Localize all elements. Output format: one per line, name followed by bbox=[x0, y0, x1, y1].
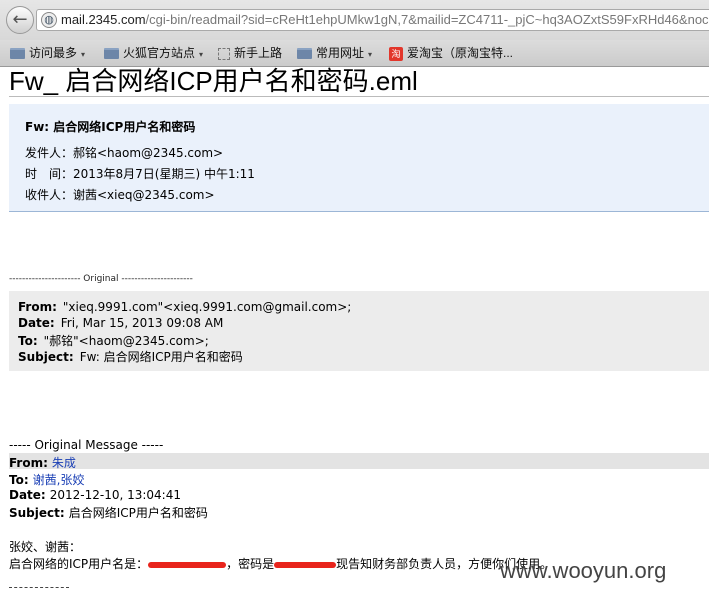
bookmark-firefox-site[interactable]: 火狐官方站点 ▾ bbox=[104, 44, 203, 62]
username-redaction bbox=[148, 561, 227, 568]
taobao-icon: 淘 bbox=[389, 46, 403, 61]
footer-separator bbox=[9, 587, 69, 589]
original-from: From: 朱成 bbox=[9, 456, 76, 470]
page-title: Fw_ 启合网络ICP用户名和密码.eml bbox=[9, 66, 418, 96]
body-greeting: 张姣、谢茜： bbox=[9, 540, 82, 554]
address-field[interactable]: ◍ mail.2345.com/cgi-bin/readmail?sid=cRe… bbox=[36, 9, 709, 31]
forward-separator: ---------------------- Original --------… bbox=[9, 274, 193, 284]
folder-icon bbox=[104, 48, 119, 60]
chevron-down-icon: ▾ bbox=[199, 50, 204, 59]
bookmark-getting-started[interactable]: 新手上路 bbox=[218, 44, 282, 62]
forwarded-from: From: "xieq.9991.com"<xieq.9991.com@gmail… bbox=[18, 300, 352, 314]
mail-subject: Fw: 启合网络ICP用户名和密码 bbox=[25, 120, 196, 134]
forwarded-subject: Subject: Fw: 启合网络ICP用户名和密码 bbox=[18, 350, 243, 364]
mail-sender: 发件人：郝铭<haom@2345.com> bbox=[25, 146, 224, 160]
mail-time: 时 间：2013年8月7日(星期三) 中午1:11 bbox=[25, 167, 255, 181]
mail-document: Fw_ 启合网络ICP用户名和密码.eml Fw: 启合网络ICP用户名和密码 … bbox=[0, 66, 709, 601]
original-to: To: 谢茜,张姣 bbox=[9, 473, 85, 487]
recipient-link[interactable]: 谢茜,张姣 bbox=[33, 473, 85, 487]
back-arrow-icon: ← bbox=[12, 9, 28, 30]
chevron-down-icon: ▾ bbox=[81, 50, 86, 59]
password-redaction bbox=[274, 561, 337, 568]
forwarded-header-box: From: "xieq.9991.com"<xieq.9991.com@gmail… bbox=[9, 291, 709, 371]
bookmark-aitaobao[interactable]: 淘爱淘宝（原淘宝特... bbox=[389, 44, 513, 62]
mail-recipient: 收件人：谢茜<xieq@2345.com> bbox=[25, 188, 215, 202]
chevron-down-icon: ▾ bbox=[368, 50, 373, 59]
title-divider bbox=[9, 96, 709, 97]
body-credentials-line: 启合网络的ICP用户名是： ，密码是 现告知财务部负责人员，方便你们使用。 bbox=[9, 557, 553, 571]
mail-header-box: Fw: 启合网络ICP用户名和密码 发件人：郝铭<haom@2345.com> … bbox=[9, 104, 709, 212]
url-text: mail.2345.com/cgi-bin/readmail?sid=cReHt… bbox=[61, 12, 709, 27]
forwarded-to: To: "郝铭"<haom@2345.com>; bbox=[18, 334, 209, 348]
bookmarks-toolbar: 访问最多 ▾ 火狐官方站点 ▾ 新手上路 常用网址 ▾ 淘爱淘宝（原淘宝特... bbox=[0, 40, 709, 67]
sender-link[interactable]: 朱成 bbox=[52, 456, 76, 470]
back-button[interactable]: ← bbox=[6, 6, 34, 34]
original-date: Date: 2012-12-10, 13:04:41 bbox=[9, 488, 181, 502]
url-bar: ← ◍ mail.2345.com/cgi-bin/readmail?sid=c… bbox=[0, 0, 709, 40]
original-subject: Subject: 启合网络ICP用户名和密码 bbox=[9, 506, 208, 520]
original-message-heading: ----- Original Message ----- bbox=[9, 438, 164, 452]
bookmark-most-visited[interactable]: 访问最多 ▾ bbox=[10, 44, 85, 62]
from-row-highlight bbox=[9, 453, 709, 469]
folder-icon bbox=[297, 48, 312, 60]
page-icon bbox=[218, 47, 230, 60]
forwarded-date: Date: Fri, Mar 15, 2013 09:08 AM bbox=[18, 316, 224, 330]
bookmark-common-sites[interactable]: 常用网址 ▾ bbox=[297, 44, 372, 62]
watermark: www.wooyun.org bbox=[500, 558, 667, 583]
globe-icon: ◍ bbox=[41, 12, 57, 28]
folder-icon bbox=[10, 48, 25, 60]
